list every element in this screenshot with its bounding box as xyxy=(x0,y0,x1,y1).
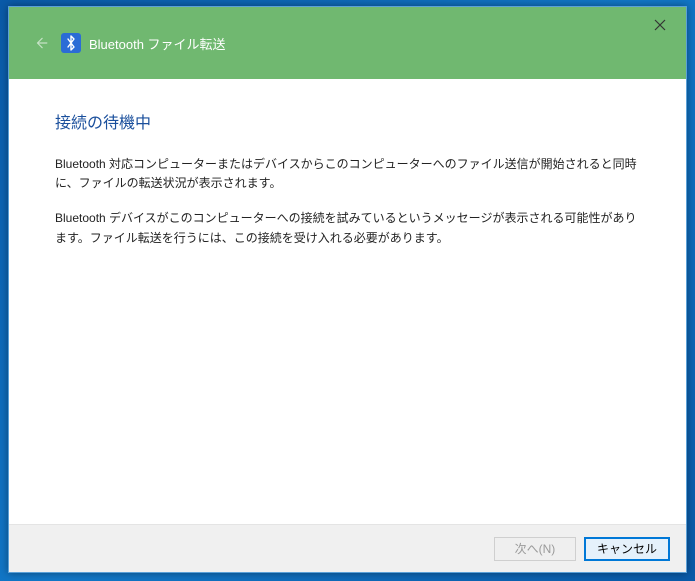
page-heading: 接続の待機中 xyxy=(55,109,640,133)
cancel-button[interactable]: キャンセル xyxy=(584,537,670,561)
dialog-footer: 次へ(N) キャンセル xyxy=(9,524,686,572)
close-icon xyxy=(654,19,666,31)
desktop-background: Bluetooth ファイル転送 接続の待機中 Bluetooth 対応コンピュ… xyxy=(0,0,695,581)
content-area: 接続の待機中 Bluetooth 対応コンピューターまたはデバイスからこのコンピ… xyxy=(9,79,686,524)
next-button: 次へ(N) xyxy=(494,537,576,561)
window-header: Bluetooth ファイル転送 xyxy=(9,7,686,79)
bluetooth-icon xyxy=(61,33,81,53)
window-title: Bluetooth ファイル転送 xyxy=(89,34,226,53)
close-button[interactable] xyxy=(640,11,680,39)
arrow-left-icon xyxy=(34,36,48,50)
info-paragraph-2: Bluetooth デバイスがこのコンピューターへの接続を試みているというメッセ… xyxy=(55,209,640,247)
info-paragraph-1: Bluetooth 対応コンピューターまたはデバイスからこのコンピューターへのフ… xyxy=(55,155,640,193)
bluetooth-file-transfer-window: Bluetooth ファイル転送 接続の待機中 Bluetooth 対応コンピュ… xyxy=(8,6,687,573)
back-button[interactable] xyxy=(31,33,51,53)
